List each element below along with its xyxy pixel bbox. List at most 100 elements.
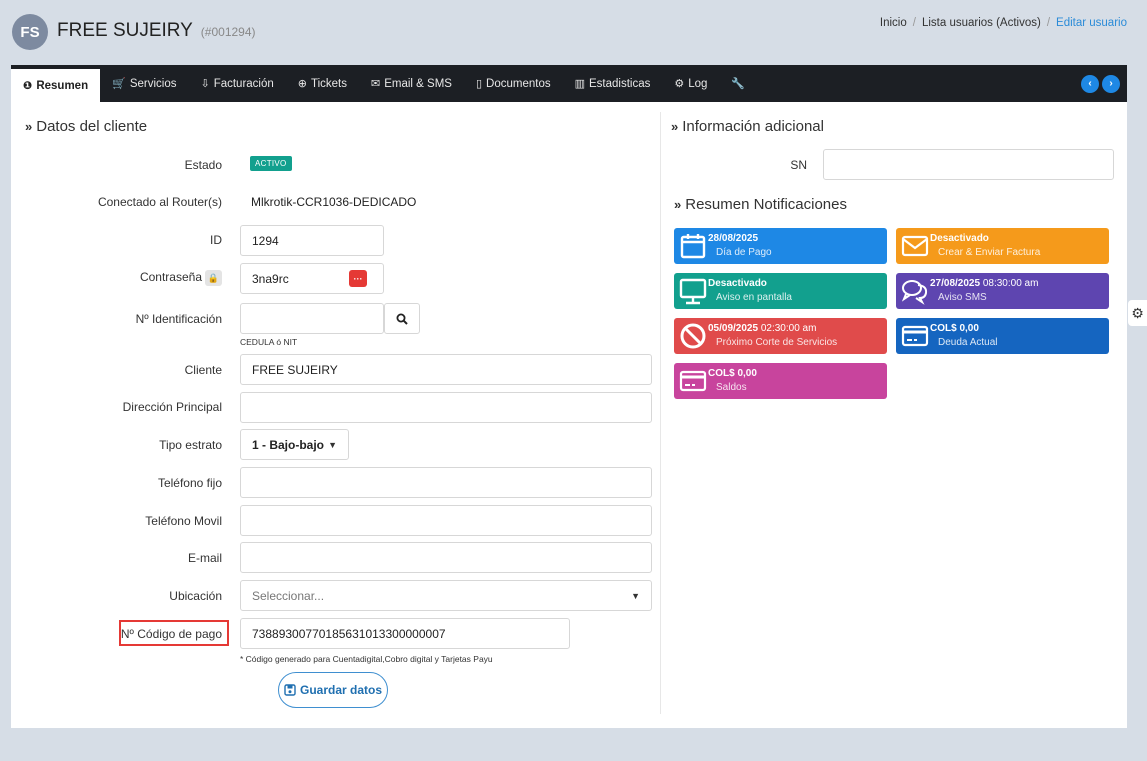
ban-icon [678, 321, 708, 351]
estrato-value: 1 - Bajo-bajo [252, 437, 325, 452]
tab-resumen[interactable]: ❶ Resumen [11, 69, 101, 102]
notification-card-time: 02:30:00 am [760, 323, 817, 334]
tab-label: Email & SMS [384, 77, 452, 90]
breadcrumb-user-list[interactable]: Lista usuarios (Activos) [922, 17, 1041, 29]
tab-estadisticas[interactable]: ▥ Estadisticas [563, 65, 663, 102]
envelope-icon [900, 231, 930, 261]
notification-card-title: 27/08/2025 08:30:00 am [930, 278, 1038, 289]
tab-prev-button[interactable]: ‹ [1081, 74, 1099, 93]
tab-documentos[interactable]: ▯ Documentos [464, 65, 563, 102]
tab-email-sms[interactable]: ✉ Email & SMS [359, 65, 464, 102]
tab-label: Estadisticas [589, 77, 651, 90]
search-button[interactable] [384, 303, 420, 334]
caret-down-icon: ▼ [631, 590, 640, 601]
direccion-label: Dirección Principal [122, 400, 222, 414]
tab-facturacion[interactable]: ⇩ Facturación [188, 65, 285, 102]
codigo-pago-field[interactable]: 7388930077018563101330000000​7 [240, 618, 570, 649]
search-icon [396, 313, 408, 325]
notification-card: COL$ 0,00 Deuda Actual [896, 318, 1109, 354]
credit-card-icon [900, 321, 930, 351]
double-chevron-icon: » [674, 197, 682, 212]
telefono-movil-field[interactable] [240, 505, 652, 536]
breadcrumb-edit-user[interactable]: Editar usuario [1056, 17, 1127, 29]
router-value: Mlkrotik-CCR1036-DEDICADO [251, 195, 417, 209]
notification-card-title-text: Desactivado [930, 233, 989, 244]
notification-card-title-text: 28/08/2025 [708, 233, 759, 244]
tab-log[interactable]: ⚙ Log [662, 65, 719, 102]
breadcrumb-home[interactable]: Inicio [880, 17, 907, 29]
globe-icon: ⊕ [297, 78, 307, 90]
generate-password-button[interactable]: ··· [349, 270, 367, 287]
estrato-label: Tipo estrato [159, 438, 222, 452]
credit-card-icon [678, 366, 708, 396]
tab-arrows: ‹ › [1081, 65, 1127, 102]
tab-tickets[interactable]: ⊕ Tickets [286, 65, 359, 102]
ubicacion-label: Ubicación [169, 589, 222, 603]
tab-servicios[interactable]: 🛒 Servicios [100, 65, 188, 102]
notification-card-title: 28/08/2025 [708, 233, 758, 244]
ubicacion-select[interactable]: Seleccionar... ▼ [240, 580, 652, 611]
client-name: FREE SUJEIRY [57, 20, 193, 41]
notification-card-time: 08:30:00 am [982, 278, 1039, 289]
direccion-field[interactable] [240, 392, 652, 423]
tab-tools[interactable]: 🔧 [719, 65, 761, 102]
identificacion-field[interactable] [240, 303, 384, 334]
status-badge: ACTIVO [250, 156, 292, 171]
section-title-text: Información adicional [682, 118, 824, 135]
save-button-label: Guardar datos [299, 683, 383, 697]
column-divider [660, 112, 661, 714]
notification-card: Desactivado Aviso en pantalla [674, 273, 887, 309]
save-button[interactable]: Guardar datos [278, 672, 388, 708]
breadcrumb: Inicio / Lista usuarios (Activos) / Editar u… [879, 17, 1127, 29]
double-chevron-icon: » [671, 119, 679, 134]
notification-card-subtitle: Deuda Actual [938, 337, 998, 348]
wrench-icon: 🔧 [731, 78, 746, 90]
notification-card: 28/08/2025 Día de Pago [674, 228, 887, 264]
notification-card-title-text: 05/09/2025 [708, 323, 759, 334]
identificacion-label: Nº Identificación [135, 312, 222, 326]
settings-gear-icon[interactable]: ⚙ [1128, 300, 1147, 326]
avatar: FS [12, 14, 48, 50]
client-code: (#001294) [200, 25, 256, 39]
tab-label: Log [688, 77, 708, 90]
notification-card-title: Desactivado [708, 278, 767, 289]
section-title-text: Resumen Notificaciones [685, 196, 847, 213]
notification-card-subtitle: Saldos [716, 382, 747, 393]
router-label: Conectado al Router(s) [97, 195, 222, 209]
notification-card: 27/08/2025 08:30:00 am Aviso SMS [896, 273, 1109, 309]
id-label: ID [210, 233, 222, 247]
caret-down-icon: ▼ [328, 439, 337, 450]
tab-bar: ❶ Resumen 🛒 Servicios ⇩ Facturación ⊕ Ticket… [11, 65, 1127, 102]
document-icon: ▯ [475, 78, 483, 90]
tab-next-button[interactable]: › [1102, 74, 1120, 93]
notification-card-subtitle: Aviso en pantalla [716, 292, 792, 303]
telefono-fijo-label: Teléfono fijo [157, 476, 222, 490]
calendar-icon [678, 231, 708, 261]
estrato-select[interactable]: 1 - Bajo-bajo ▼ [240, 429, 349, 460]
billing-icon: ⇩ [200, 78, 210, 90]
tab-label: Resumen [36, 79, 89, 92]
sn-field[interactable] [823, 149, 1114, 180]
ubicacion-placeholder: Seleccionar... [252, 588, 325, 603]
notification-card: Desactivado Crear & Enviar Factura [896, 228, 1109, 264]
page-header: FS FREE SUJEIRY (#001294) Inicio / Lista u… [0, 0, 1147, 64]
telefono-fijo-field[interactable] [240, 467, 652, 498]
codigo-pago-note: * Código generado para Cuentadigital,Cob… [240, 654, 493, 664]
tab-label: Documentos [486, 77, 551, 90]
notification-card-subtitle: Crear & Enviar Factura [938, 247, 1041, 258]
cliente-field[interactable]: FREE SUJEIRY [240, 354, 652, 385]
notification-card-subtitle: Próximo Corte de Servicios [716, 337, 838, 348]
email-field[interactable] [240, 542, 652, 573]
id-field[interactable]: 1294 [240, 225, 384, 256]
double-chevron-icon: » [25, 119, 33, 134]
notification-card: COL$ 0,00 Saldos [674, 363, 887, 399]
notification-card: 05/09/2025 02:30:00 am Próximo Corte de S… [674, 318, 887, 354]
cliente-label: Cliente [184, 363, 222, 377]
notification-card-title-text: COL$ 0,00 [708, 368, 757, 379]
email-label: E-mail [187, 551, 222, 565]
tab-label: Facturación [213, 77, 274, 90]
lock-icon[interactable]: 🔒 [205, 270, 222, 286]
chat-icon [900, 276, 930, 306]
main-panel: » Datos del cliente Estado ACTIVO Conecta… [11, 102, 1127, 728]
notification-card-title-text: COL$ 0,00 [930, 323, 979, 334]
